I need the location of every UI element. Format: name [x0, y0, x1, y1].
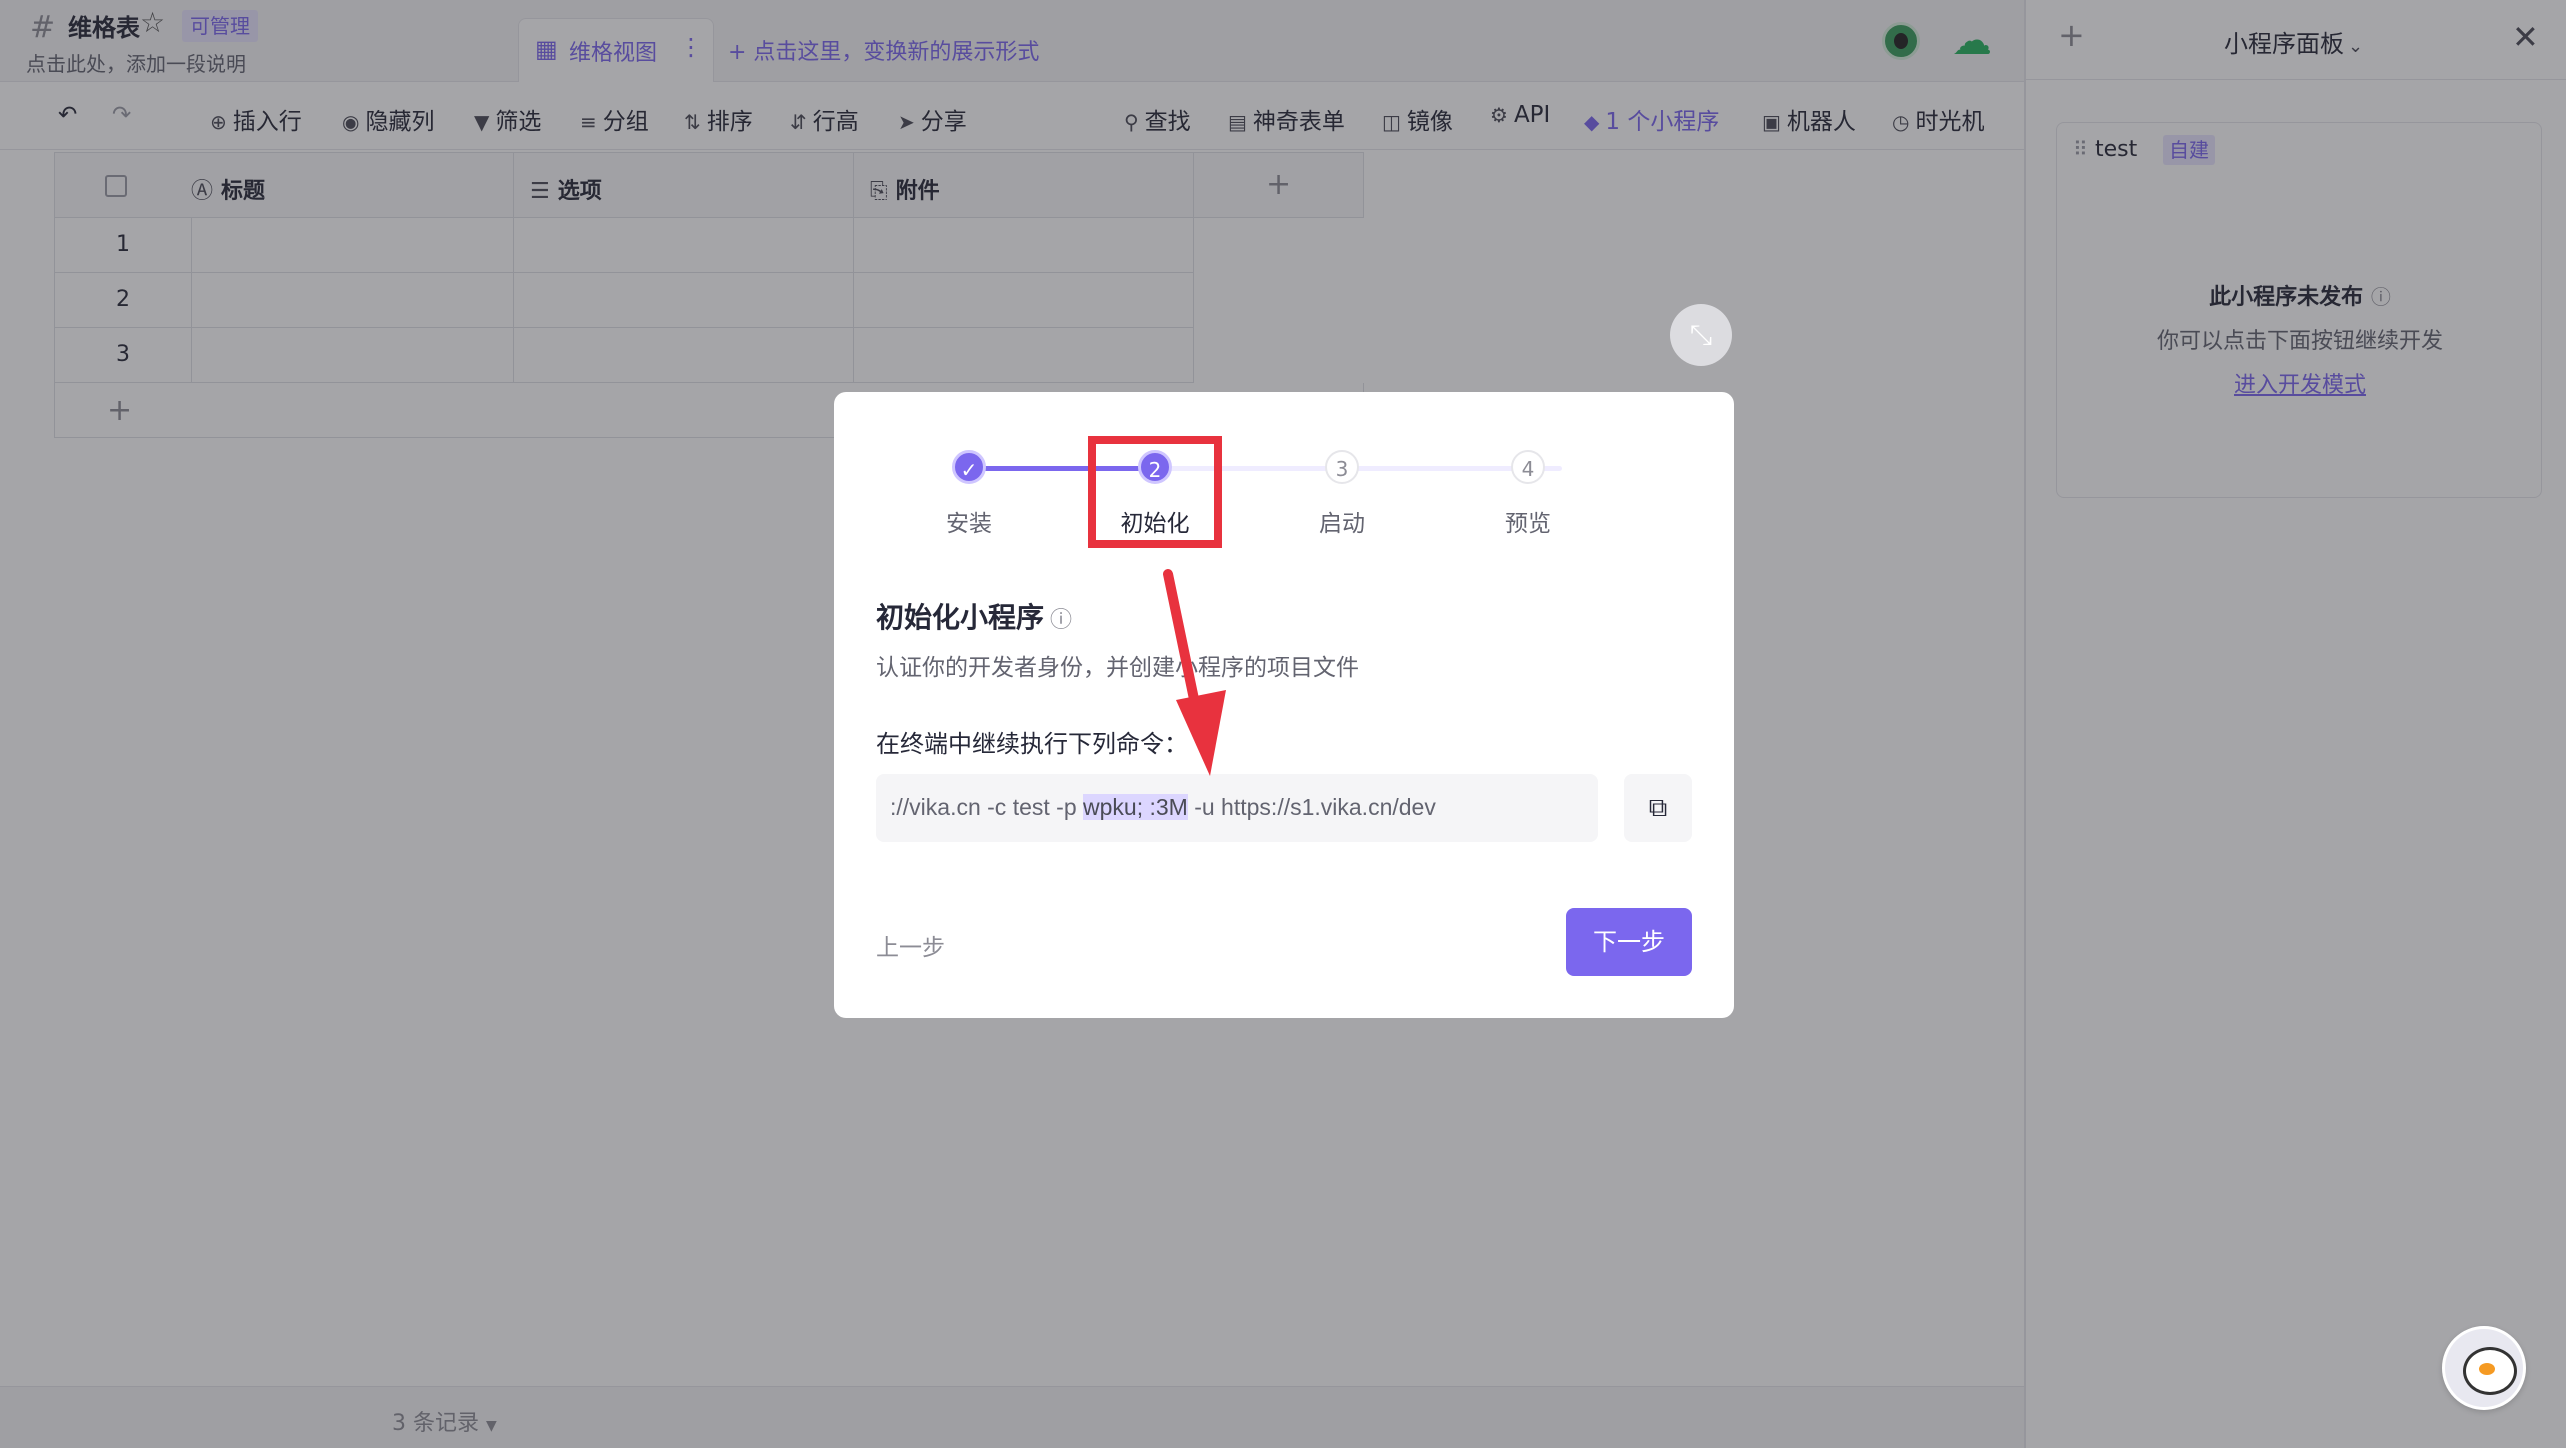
- annotation-arrow: [1163, 569, 1226, 776]
